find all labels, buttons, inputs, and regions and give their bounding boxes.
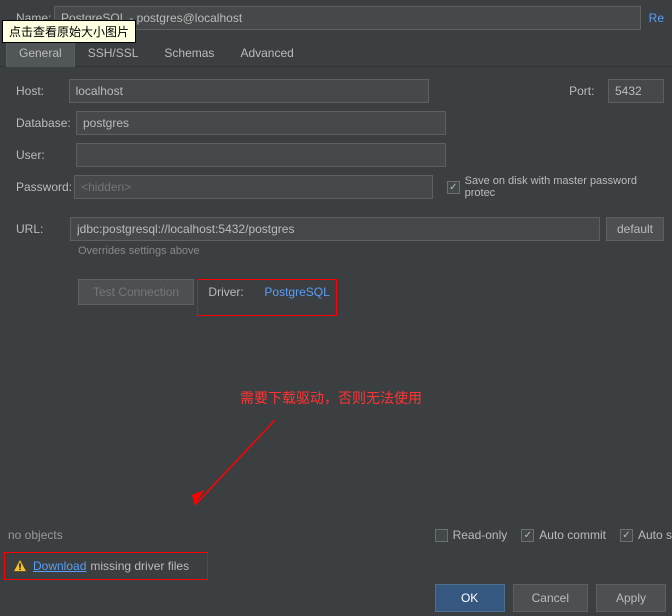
download-link[interactable]: Download <box>33 559 86 573</box>
user-label: User: <box>8 148 76 162</box>
no-objects-label: no objects <box>8 528 63 542</box>
save-password-checkbox[interactable] <box>447 181 460 194</box>
download-highlight: Download missing driver files <box>4 552 208 580</box>
dialog-buttons: OK Cancel Apply <box>429 580 672 616</box>
tab-advanced[interactable]: Advanced <box>227 40 306 66</box>
annotation-text: 需要下载驱动，否则无法使用 <box>240 388 422 408</box>
port-input[interactable] <box>608 79 664 103</box>
host-label: Host: <box>8 84 69 98</box>
readonly-checkbox[interactable] <box>435 529 448 542</box>
port-label: Port: <box>569 84 608 98</box>
database-input[interactable] <box>76 111 446 135</box>
autocommit-checkbox[interactable] <box>521 529 534 542</box>
url-default-button[interactable]: default <box>606 217 664 241</box>
image-tooltip: 点击查看原始大小图片 <box>2 20 136 43</box>
url-input[interactable] <box>70 217 600 241</box>
name-input[interactable] <box>54 6 641 30</box>
reset-link[interactable]: Re <box>649 11 664 25</box>
apply-button[interactable]: Apply <box>596 584 666 612</box>
cancel-button[interactable]: Cancel <box>513 584 588 612</box>
readonly-label: Read-only <box>453 528 508 542</box>
database-label: Database: <box>8 116 76 130</box>
autosync-checkbox[interactable] <box>620 529 633 542</box>
driver-link[interactable]: PostgreSQL <box>264 285 329 299</box>
annotation-arrow-icon <box>170 410 290 520</box>
password-label: Password: <box>8 180 74 194</box>
test-connection-button[interactable]: Test Connection <box>78 279 194 305</box>
autosync-label: Auto s <box>638 528 672 542</box>
driver-highlight: Driver: PostgreSQL <box>197 279 336 316</box>
tab-bar: General SSH/SSL Schemas Advanced <box>0 40 672 67</box>
host-input[interactable] <box>69 79 430 103</box>
tab-schemas[interactable]: Schemas <box>151 40 227 66</box>
tab-general[interactable]: General <box>6 40 75 67</box>
warning-icon <box>13 559 27 573</box>
ok-button[interactable]: OK <box>435 584 505 612</box>
url-hint: Overrides settings above <box>78 245 664 257</box>
user-input[interactable] <box>76 143 446 167</box>
autocommit-label: Auto commit <box>539 528 606 542</box>
save-password-label: Save on disk with master password protec <box>465 175 664 199</box>
password-input[interactable] <box>74 175 433 199</box>
driver-label: Driver: <box>200 285 256 299</box>
url-label: URL: <box>8 222 70 236</box>
download-rest-label: missing driver files <box>90 559 189 573</box>
tab-sshssl[interactable]: SSH/SSL <box>75 40 152 66</box>
